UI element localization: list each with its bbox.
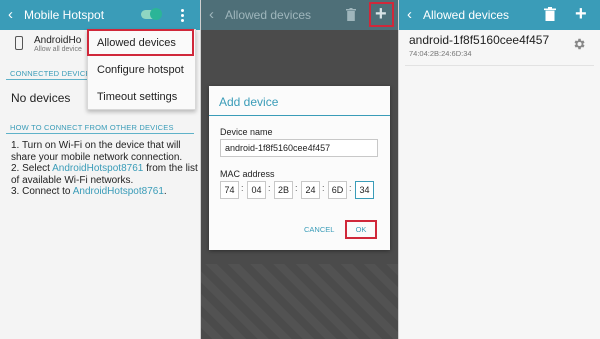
trash-icon[interactable] — [544, 7, 556, 21]
app-bar: ‹ Allowed devices + — [399, 0, 600, 30]
add-device-screen: ‹ Allowed devices + Add device Device na… — [201, 0, 398, 339]
plus-icon[interactable]: + — [575, 4, 587, 24]
ok-button[interactable]: OK — [345, 220, 377, 239]
hotspot-name: AndroidHo — [34, 35, 82, 46]
mac-separator: : — [349, 183, 352, 193]
hotspot-name-link: AndroidHotspot8761 — [72, 186, 164, 197]
trash-icon[interactable] — [346, 8, 356, 21]
device-name-field[interactable]: android-1f8f5160cee4f457 — [220, 139, 378, 157]
mac-octet-field[interactable]: 2B — [274, 181, 293, 199]
dialog-title: Add device — [219, 95, 279, 109]
instruction-step: 3. Connect to AndroidHotspot8761. — [11, 186, 199, 198]
no-devices-text: No devices — [11, 91, 71, 105]
menu-item-configure-hotspot[interactable]: Configure hotspot — [88, 57, 197, 84]
device-mac: 74:04:2B:24:6D:34 — [409, 49, 472, 58]
list-divider — [405, 65, 594, 66]
mac-separator: : — [268, 183, 271, 193]
instruction-step: 1. Turn on Wi-Fi on the device that will… — [11, 140, 199, 163]
toggle-knob — [150, 8, 162, 20]
mac-separator: : — [295, 183, 298, 193]
mac-address-label: MAC address — [220, 169, 275, 179]
step-text: 1. Turn on Wi-Fi on the device that will… — [11, 140, 183, 163]
connected-devices-header: CONNECTED DEVICE — [10, 69, 91, 78]
menu-item-timeout-settings[interactable]: Timeout settings — [88, 84, 197, 111]
step-text: 3. Connect to — [11, 186, 73, 197]
dialog-divider — [209, 115, 390, 116]
section-divider — [6, 133, 194, 134]
instructions: 1. Turn on Wi-Fi on the device that will… — [11, 140, 199, 198]
app-bar: ‹ Mobile Hotspot — [0, 0, 200, 30]
allowed-devices-screen: ‹ Allowed devices + android-1f8f5160cee4… — [399, 0, 600, 339]
dimmed-background — [201, 264, 398, 339]
mac-separator: : — [322, 183, 325, 193]
device-name: android-1f8f5160cee4f457 — [409, 33, 550, 47]
page-title: Allowed devices — [423, 8, 510, 22]
cancel-button[interactable]: CANCEL — [304, 225, 334, 234]
mac-octet-field[interactable]: 74 — [220, 181, 239, 199]
step-text: . — [163, 186, 167, 197]
gear-icon[interactable] — [572, 37, 586, 51]
add-device-dialog: Add device Device name android-1f8f5160c… — [209, 86, 390, 250]
highlight-box — [87, 29, 194, 56]
how-to-connect-header: HOW TO CONNECT FROM OTHER DEVICES — [10, 123, 174, 132]
page-title: Mobile Hotspot — [24, 8, 105, 22]
instruction-step: 2. Select AndroidHotspot8761 from the li… — [11, 163, 199, 186]
mac-octet-field[interactable]: 24 — [301, 181, 320, 199]
mac-octet-field[interactable]: 04 — [247, 181, 266, 199]
highlight-box — [369, 2, 394, 27]
mac-octet-field[interactable]: 6D — [328, 181, 347, 199]
back-icon[interactable]: ‹ — [209, 6, 214, 24]
back-icon[interactable]: ‹ — [407, 6, 412, 24]
hotspot-name-link: AndroidHotspot8761 — [52, 163, 144, 174]
mac-octet-field[interactable]: 34 — [355, 181, 374, 199]
hotspot-settings-screen: ‹ Mobile Hotspot AndroidHo Allow all dev… — [0, 0, 200, 339]
phone-icon — [15, 36, 23, 50]
back-icon[interactable]: ‹ — [8, 6, 13, 24]
page-title: Allowed devices — [225, 8, 312, 22]
hotspot-allow-setting: Allow all device — [34, 46, 82, 53]
mac-separator: : — [241, 183, 244, 193]
more-options-icon[interactable] — [176, 5, 190, 25]
device-name-label: Device name — [220, 127, 273, 137]
hotspot-toggle[interactable] — [141, 8, 162, 20]
step-text: 2. Select — [11, 163, 53, 174]
